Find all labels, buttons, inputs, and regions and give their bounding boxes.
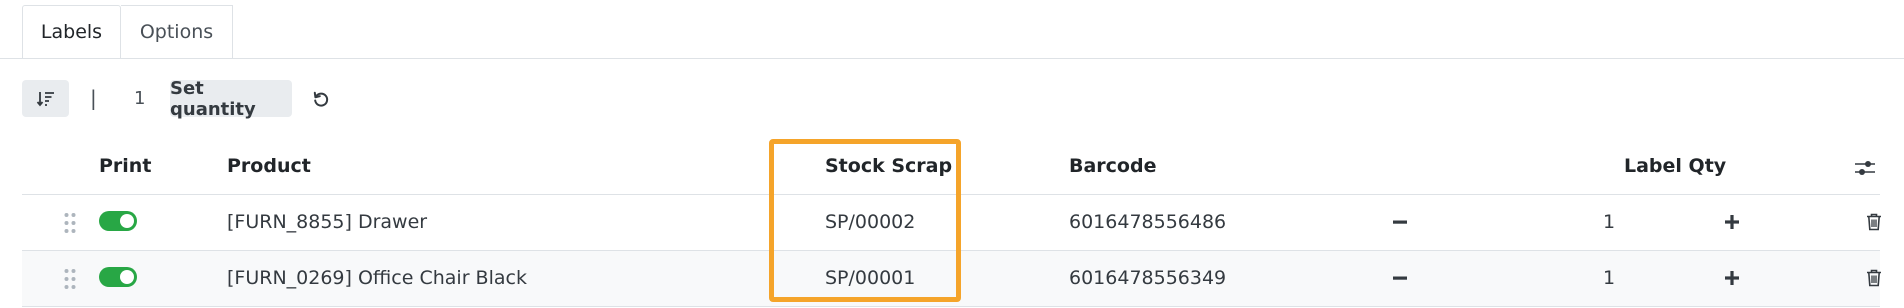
tab-labels[interactable]: Labels <box>22 5 121 58</box>
label-qty-cell[interactable]: 1 <box>1603 211 1615 233</box>
stock-scrap-cell: SP/00002 <box>825 211 916 233</box>
stock-scrap-cell: SP/00001 <box>825 267 916 289</box>
sort-button[interactable] <box>22 80 69 117</box>
header-barcode[interactable]: Barcode <box>1069 155 1156 177</box>
header-stock-scrap[interactable]: Stock Scrap <box>825 155 952 177</box>
set-quantity-button[interactable]: Set quantity <box>170 78 292 120</box>
header-product[interactable]: Product <box>227 155 311 177</box>
increase-qty-button[interactable] <box>1719 265 1745 291</box>
column-settings-button[interactable] <box>1852 155 1878 181</box>
delete-row-button[interactable] <box>1861 265 1887 291</box>
product-cell: [FURN_0269] Office Chair Black <box>227 267 527 289</box>
tab-options[interactable]: Options <box>121 5 233 58</box>
drag-handle-icon[interactable] <box>63 211 77 235</box>
plus-icon <box>1725 215 1739 229</box>
table-row[interactable]: [FURN_0269] Office Chair Black SP/00001 … <box>22 251 1881 307</box>
table-row[interactable]: [FURN_8855] Drawer SP/00002 601647855648… <box>22 195 1881 251</box>
row-divider <box>22 306 1880 307</box>
trash-icon <box>1867 269 1881 287</box>
delete-row-button[interactable] <box>1861 209 1887 235</box>
toolbar-separator: | <box>90 86 97 110</box>
header-label-qty[interactable]: Label Qty <box>1624 155 1726 177</box>
barcode-cell: 6016478556486 <box>1069 211 1227 233</box>
tab-bar: Labels Options <box>0 0 1904 59</box>
minus-icon <box>1393 220 1407 224</box>
barcode-cell: 6016478556349 <box>1069 267 1227 289</box>
sort-icon <box>36 91 54 106</box>
trash-icon <box>1867 213 1881 231</box>
label-qty-cell[interactable]: 1 <box>1603 267 1615 289</box>
plus-icon <box>1725 271 1739 285</box>
decrease-qty-button[interactable] <box>1387 209 1413 235</box>
print-toggle[interactable] <box>99 267 137 287</box>
drag-handle-icon[interactable] <box>63 267 77 291</box>
column-settings-icon <box>1855 161 1875 175</box>
decrease-qty-button[interactable] <box>1387 265 1413 291</box>
product-cell: [FURN_8855] Drawer <box>227 211 428 233</box>
header-print[interactable]: Print <box>99 155 151 177</box>
minus-icon <box>1393 276 1407 280</box>
increase-qty-button[interactable] <box>1719 209 1745 235</box>
reset-button[interactable] <box>308 86 334 112</box>
quantity-value[interactable]: 1 <box>134 88 145 109</box>
reset-icon <box>313 91 329 107</box>
print-toggle[interactable] <box>99 211 137 231</box>
